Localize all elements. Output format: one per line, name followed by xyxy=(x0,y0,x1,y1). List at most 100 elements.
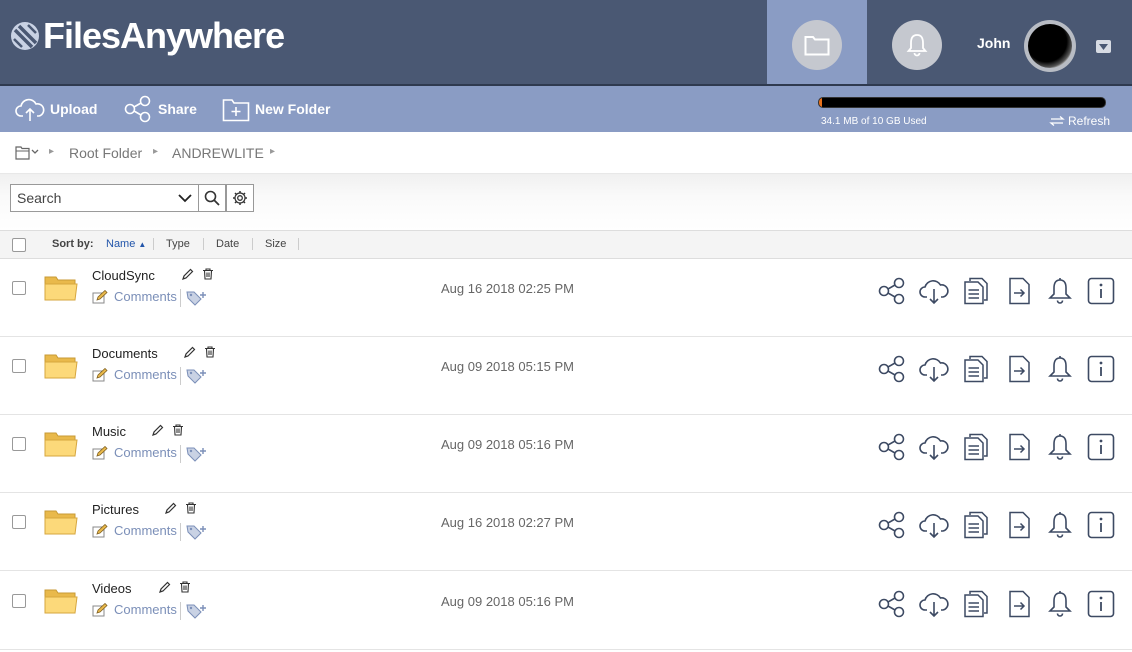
row-download-button[interactable] xyxy=(918,275,950,307)
avatar[interactable] xyxy=(1024,20,1076,72)
folder-icon[interactable] xyxy=(44,586,78,616)
breadcrumb-root-folder[interactable]: Root Folder xyxy=(69,145,142,161)
row-copy-button[interactable] xyxy=(960,275,992,307)
notifications-bell-icon[interactable] xyxy=(892,20,942,70)
new-folder-button[interactable]: New Folder xyxy=(222,94,330,124)
app-header: FilesAnywhere John xyxy=(0,0,1132,85)
sort-name[interactable]: Name ▲ xyxy=(106,238,146,250)
folder-icon[interactable] xyxy=(44,273,78,303)
chevron-down-icon[interactable] xyxy=(178,192,192,204)
search-icon xyxy=(204,190,220,206)
tag-add-icon[interactable] xyxy=(186,524,208,540)
row-notify-button[interactable] xyxy=(1044,431,1076,463)
pencil-icon[interactable] xyxy=(159,581,171,593)
search-button[interactable] xyxy=(198,184,226,212)
row-share-button[interactable] xyxy=(876,431,908,463)
row-checkbox[interactable] xyxy=(12,515,26,529)
row-info-button[interactable] xyxy=(1085,588,1117,620)
row-notify-button[interactable] xyxy=(1044,588,1076,620)
row-checkbox[interactable] xyxy=(12,281,26,295)
row-move-button[interactable] xyxy=(1004,509,1036,541)
row-download-button[interactable] xyxy=(918,431,950,463)
pencil-icon[interactable] xyxy=(184,346,196,358)
row-move-button[interactable] xyxy=(1004,353,1036,385)
row-move-button[interactable] xyxy=(1004,275,1036,307)
sort-type[interactable]: Type xyxy=(166,238,190,250)
row-download-button[interactable] xyxy=(918,509,950,541)
breadcrumb-current-folder[interactable]: ANDREWLITE xyxy=(172,145,264,161)
folder-icon[interactable] xyxy=(44,429,78,459)
trash-icon[interactable] xyxy=(185,502,197,514)
logo[interactable]: FilesAnywhere xyxy=(10,16,285,56)
tag-add-icon[interactable] xyxy=(186,290,208,306)
tag-add-icon[interactable] xyxy=(186,446,208,462)
move-icon xyxy=(1009,277,1030,305)
row-notify-button[interactable] xyxy=(1044,275,1076,307)
user-name[interactable]: John xyxy=(977,35,1010,51)
row-info-button[interactable] xyxy=(1085,509,1117,541)
tag-add-icon[interactable] xyxy=(186,368,208,384)
pencil-icon[interactable] xyxy=(165,502,177,514)
row-download-button[interactable] xyxy=(918,353,950,385)
file-name[interactable]: Music xyxy=(92,424,126,439)
trash-icon[interactable] xyxy=(179,581,191,593)
sort-date[interactable]: Date xyxy=(216,238,239,250)
row-move-button[interactable] xyxy=(1004,431,1036,463)
row-checkbox[interactable] xyxy=(12,359,26,373)
trash-icon[interactable] xyxy=(202,268,214,280)
row-checkbox[interactable] xyxy=(12,594,26,608)
row-notify-button[interactable] xyxy=(1044,353,1076,385)
logo-globe-icon xyxy=(11,22,39,50)
row-share-button[interactable] xyxy=(876,353,908,385)
pencil-icon[interactable] xyxy=(182,268,194,280)
cloud-download-icon xyxy=(919,280,949,305)
share-button[interactable]: Share xyxy=(123,94,197,124)
trash-icon[interactable] xyxy=(204,346,216,358)
search-settings-button[interactable] xyxy=(226,184,254,212)
bell-icon xyxy=(1048,278,1072,304)
row-download-button[interactable] xyxy=(918,588,950,620)
file-name[interactable]: Documents xyxy=(92,346,158,361)
trash-icon[interactable] xyxy=(172,424,184,436)
folder-icon[interactable] xyxy=(44,351,78,381)
pencil-icon[interactable] xyxy=(152,424,164,436)
comments-link[interactable]: Comments xyxy=(92,445,177,460)
comment-edit-icon xyxy=(92,523,108,537)
comments-link[interactable]: Comments xyxy=(92,523,177,538)
row-copy-button[interactable] xyxy=(960,353,992,385)
chevron-down-icon[interactable] xyxy=(1096,40,1111,53)
comments-link[interactable]: Comments xyxy=(92,367,177,382)
tag-add-icon[interactable] xyxy=(186,603,208,619)
file-name[interactable]: CloudSync xyxy=(92,268,155,283)
row-copy-button[interactable] xyxy=(960,431,992,463)
table-row: CloudSync Comments Aug 16 2018 02:25 PM xyxy=(0,259,1132,337)
upload-button[interactable]: Upload xyxy=(15,94,97,124)
refresh-button[interactable]: Refresh xyxy=(1049,114,1110,128)
folder-tree-dropdown[interactable] xyxy=(15,145,41,166)
row-share-button[interactable] xyxy=(876,588,908,620)
comments-link[interactable]: Comments xyxy=(92,602,177,617)
copy-icon xyxy=(964,590,988,618)
sort-size[interactable]: Size xyxy=(265,238,286,250)
row-copy-button[interactable] xyxy=(960,509,992,541)
select-all-checkbox[interactable] xyxy=(12,238,26,252)
row-copy-button[interactable] xyxy=(960,588,992,620)
row-share-button[interactable] xyxy=(876,275,908,307)
row-info-button[interactable] xyxy=(1085,275,1117,307)
divider xyxy=(298,238,299,250)
row-checkbox[interactable] xyxy=(12,437,26,451)
file-name[interactable]: Pictures xyxy=(92,502,139,517)
file-date: Aug 16 2018 02:27 PM xyxy=(441,515,574,530)
search-field xyxy=(10,184,199,212)
row-share-button[interactable] xyxy=(876,509,908,541)
folder-icon[interactable] xyxy=(44,507,78,537)
row-move-button[interactable] xyxy=(1004,588,1036,620)
row-notify-button[interactable] xyxy=(1044,509,1076,541)
bell-icon xyxy=(1048,591,1072,617)
row-info-button[interactable] xyxy=(1085,353,1117,385)
file-name[interactable]: Videos xyxy=(92,581,132,596)
comments-link[interactable]: Comments xyxy=(92,289,177,304)
nav-files-tab[interactable] xyxy=(767,0,867,84)
row-info-button[interactable] xyxy=(1085,431,1117,463)
search-input[interactable] xyxy=(11,190,161,206)
